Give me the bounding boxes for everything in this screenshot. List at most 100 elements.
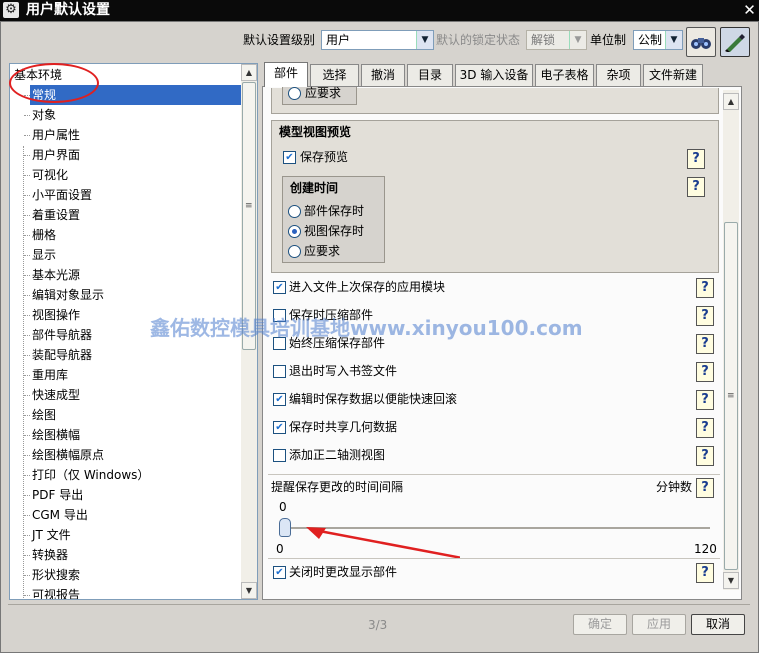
tree-item[interactable]: 重用库 [32,365,68,385]
interval-slider-handle[interactable] [279,518,291,537]
settings-gear-icon[interactable]: ⚙ [3,2,19,18]
scroll-down-icon[interactable]: ▼ [723,572,739,589]
tree-item[interactable]: 绘图横幅原点 [32,445,104,465]
model-preview-section: 模型视图预览 ✔ 保存预览 ? ? 创建时间 部件保存时 视图保存时 应要求 [271,120,719,273]
grip-icon: ≡ [727,391,735,401]
find-binoculars-icon[interactable] [686,27,716,57]
tree-item[interactable]: 装配导航器 [32,345,92,365]
tree-item[interactable]: 用户界面 [32,145,80,165]
tab[interactable]: 杂项 [596,64,641,86]
page-indicator: 3/3 [368,618,388,632]
ok-button[interactable]: 确定 [573,614,627,635]
annotation-circle [9,63,99,103]
tree-item[interactable]: 可视报告 [32,585,80,599]
tab[interactable]: 撤消 [361,64,405,86]
tree-item[interactable]: 转换器 [32,545,68,565]
option-checkbox[interactable]: ✔ [273,393,286,406]
help-icon[interactable]: ? [696,278,714,298]
tree-item[interactable]: 快速成型 [32,385,80,405]
save-preview-checkbox[interactable]: ✔ [283,151,296,164]
close-display-checkbox[interactable]: ✔ [273,566,286,579]
grip-icon: ≡ [245,201,253,211]
level-label: 默认设置级别 [243,33,316,47]
tree-item[interactable]: 打印（仅 Windows） [32,465,149,485]
option-label: 进入文件上次保存的应用模块 [289,280,446,294]
create-time-option-label: 应要求 [304,244,341,258]
group-title: 创建时间 [290,181,339,195]
panel-scroll-thumb[interactable]: ≡ [724,222,738,570]
tab[interactable]: 部件 [264,62,308,87]
window-title: 用户默认设置 [26,2,110,18]
lock-select: 解锁 ▼ [526,30,587,50]
option-label: 保存时共享几何数据 [289,420,398,434]
radio-on-demand-prev[interactable] [288,87,301,100]
tree-item[interactable]: PDF 导出 [32,485,83,505]
tree-item[interactable]: 用户属性 [32,125,80,145]
tree-item[interactable]: 可视化 [32,165,68,185]
tree-item[interactable]: 显示 [32,245,56,265]
option-checkbox[interactable] [273,365,286,378]
help-icon[interactable]: ? [687,177,705,197]
unit-label: 单位制 [590,33,627,47]
tab[interactable]: 文件新建 [643,64,703,86]
interval-current-value: 0 [279,500,287,514]
chevron-down-icon[interactable]: ▼ [665,31,682,49]
option-label: 添加正二轴测视图 [289,448,386,462]
save-preview-label: 保存预览 [300,150,349,164]
help-icon[interactable]: ? [696,334,714,354]
help-icon[interactable]: ? [696,563,714,583]
tree-item[interactable]: JT 文件 [32,525,71,545]
tree-item[interactable]: 栅格 [32,225,56,245]
help-icon[interactable]: ? [696,306,714,326]
unit-select[interactable]: 公制 ▼ [633,30,683,50]
scroll-up-icon[interactable]: ▲ [723,93,739,110]
section-title: 模型视图预览 [279,125,352,139]
help-icon[interactable]: ? [696,390,714,410]
tab[interactable]: 目录 [407,64,453,86]
option-label: 应要求 [305,86,342,100]
create-time-radio[interactable] [288,225,301,238]
help-icon[interactable]: ? [696,478,714,498]
tree-item[interactable]: 小平面设置 [32,185,92,205]
option-checkbox[interactable]: ✔ [273,281,286,294]
interval-min: 0 [276,542,284,556]
tree-item[interactable]: 绘图横幅 [32,425,80,445]
cancel-button[interactable]: 取消 [691,614,745,635]
option-checkbox[interactable]: ✔ [273,421,286,434]
edit-pen-icon[interactable] [720,27,750,57]
tree-item[interactable]: 视图操作 [32,305,80,325]
tab[interactable]: 3D 输入设备 [455,64,533,86]
close-icon[interactable]: ✕ [741,1,758,19]
help-icon[interactable]: ? [696,362,714,382]
apply-button[interactable]: 应用 [632,614,686,635]
tree-item[interactable]: 基本光源 [32,265,80,285]
lock-value: 解锁 [531,33,556,47]
tree-item[interactable]: 绘图 [32,405,56,425]
unit-value: 公制 [638,33,663,47]
tree-item[interactable]: 形状搜索 [32,565,80,585]
level-select[interactable]: 用户 ▼ [321,30,434,50]
tree-item[interactable]: 着重设置 [32,205,80,225]
tree-item[interactable]: 编辑对象显示 [32,285,104,305]
tree-scroll-thumb[interactable]: ≡ [242,82,256,350]
tab[interactable]: 选择 [310,64,359,86]
tree-item[interactable]: 部件导航器 [32,325,92,345]
help-icon[interactable]: ? [696,446,714,466]
option-label: 退出时写入书签文件 [289,364,398,378]
option-checkbox[interactable] [273,449,286,462]
tree-item[interactable]: CGM 导出 [32,505,88,525]
panel-scrollbar[interactable]: ▲ ≡ ▼ [723,90,739,590]
tab[interactable]: 电子表格 [535,64,594,86]
scroll-up-icon[interactable]: ▲ [241,64,257,81]
scroll-down-icon[interactable]: ▼ [241,582,257,599]
create-time-radio[interactable] [288,245,301,258]
create-time-option-label: 视图保存时 [304,224,365,238]
help-icon[interactable]: ? [696,418,714,438]
chevron-down-icon[interactable]: ▼ [416,31,433,49]
tree-item[interactable]: 对象 [32,105,56,125]
create-time-group: 创建时间 部件保存时 视图保存时 应要求 [282,176,385,263]
create-time-radio[interactable] [288,205,301,218]
help-icon[interactable]: ? [687,149,705,169]
interval-max: 120 [694,542,717,556]
chevron-down-icon: ▼ [569,31,586,49]
